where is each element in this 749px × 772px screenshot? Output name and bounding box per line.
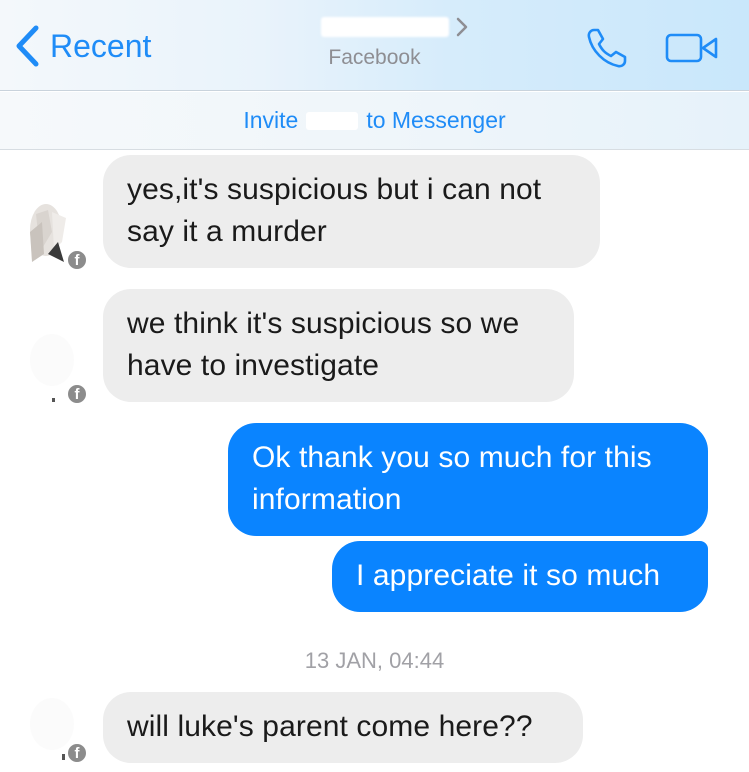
- redacted-contact-name: [320, 17, 449, 37]
- message-bubble-outgoing[interactable]: I appreciate it so much: [332, 541, 708, 612]
- message-text-line: will luke's parent come here??: [127, 710, 533, 743]
- message-text-line: Ok thank you so much for this: [252, 441, 652, 474]
- redacted-invite-name: [306, 111, 359, 130]
- message-text-line: information: [252, 483, 402, 516]
- message-text-line: have to investigate: [127, 349, 380, 382]
- contact-subtitle: Facebook: [328, 46, 421, 69]
- invite-prefix: Invite: [243, 107, 299, 133]
- message-text-line: I appreciate it so much: [356, 559, 661, 592]
- message-text-line: say it a murder: [127, 215, 327, 248]
- facebook-icon: f: [66, 742, 88, 764]
- message-bubble-outgoing[interactable]: Ok thank you so much for this informatio…: [228, 423, 708, 536]
- message-text-line: yes,it's suspicious but i can not: [127, 173, 542, 206]
- invite-to-messenger-bar[interactable]: Invite to Messenger: [0, 92, 749, 150]
- timestamp: 13 JAN, 04:44: [304, 648, 445, 673]
- contact-info[interactable]: Facebook: [0, 12, 749, 70]
- message-text-line: we think it's suspicious so we: [127, 307, 520, 340]
- facebook-icon: f: [66, 249, 88, 271]
- chat-header: Recent Facebook: [0, 0, 749, 91]
- invite-suffix: to Messenger: [366, 107, 506, 133]
- message-bubble-incoming[interactable]: we think it's suspicious so we have to i…: [103, 289, 574, 402]
- phone-icon[interactable]: [585, 26, 629, 70]
- message-bubble-incoming[interactable]: will luke's parent come here??: [103, 692, 583, 763]
- facebook-icon: f: [66, 383, 88, 405]
- video-camera-icon[interactable]: [665, 33, 719, 63]
- message-bubble-incoming[interactable]: yes,it's suspicious but i can not say it…: [103, 155, 600, 268]
- chevron-right-icon: [456, 17, 467, 37]
